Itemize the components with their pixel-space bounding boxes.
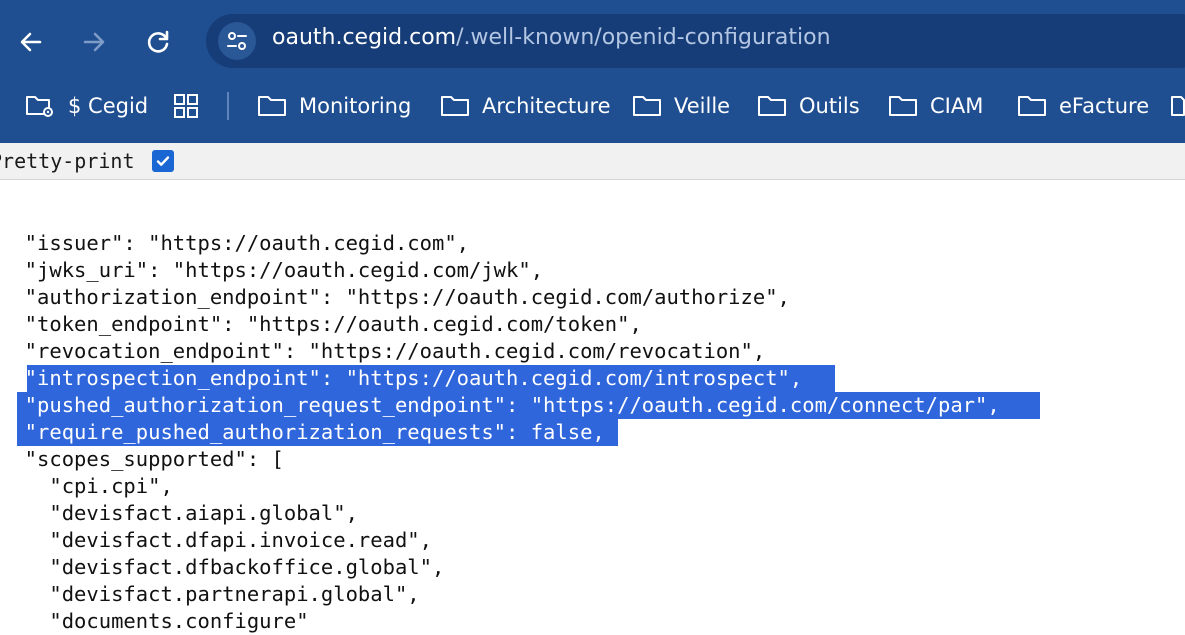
back-button[interactable] xyxy=(13,24,49,60)
json-line-selected: "introspection_endpoint": "https://oauth… xyxy=(0,366,803,390)
json-line: "devisfact.aiapi.global", xyxy=(0,501,358,525)
pretty-print-bar: Pretty-print xyxy=(0,143,1185,180)
tune-icon xyxy=(227,32,247,50)
bookmark-folder-overflow[interactable] xyxy=(1170,88,1185,124)
url-text[interactable]: oauth.cegid.com/.well-known/openid-confi… xyxy=(272,25,831,50)
site-info-button[interactable] xyxy=(218,22,256,60)
json-line: "jwks_uri": "https://oauth.cegid.com/jwk… xyxy=(0,258,544,282)
bookmark-cegid[interactable]: $ Cegid xyxy=(24,88,148,124)
address-bar[interactable]: oauth.cegid.com/.well-known/openid-confi… xyxy=(206,14,1185,68)
bookmark-label: eFacture xyxy=(1059,94,1150,118)
pretty-print-label: Pretty-print xyxy=(0,149,135,173)
json-line: "devisfact.dfbackoffice.global", xyxy=(0,555,445,579)
folder-icon xyxy=(441,96,469,116)
json-line: "scopes_supported": [ xyxy=(0,447,284,471)
url-path: /.well-known/openid-configuration xyxy=(456,25,831,50)
bookmark-label: $ Cegid xyxy=(68,94,149,118)
json-line-selected: "require_pushed_authorization_requests":… xyxy=(0,420,605,444)
bookmark-label: CIAM xyxy=(930,94,984,118)
bookmark-folder-outils[interactable]: Outils xyxy=(757,88,860,124)
bookmark-label: Monitoring xyxy=(299,94,412,118)
bookmark-folder-ciam[interactable]: CIAM xyxy=(888,88,983,124)
json-line: "authorization_endpoint": "https://oauth… xyxy=(0,285,790,309)
json-line: "devisfact.dfapi.invoice.read", xyxy=(0,528,432,552)
bookmark-label: Outils xyxy=(799,94,860,118)
folder-icon xyxy=(1018,96,1046,116)
bookmark-label: Veille xyxy=(674,94,731,118)
forward-button[interactable] xyxy=(76,24,112,60)
json-line: "token_endpoint": "https://oauth.cegid.c… xyxy=(0,312,642,336)
folder-icon xyxy=(1171,96,1185,116)
folder-icon xyxy=(633,96,661,116)
folder-gear-icon xyxy=(26,96,53,117)
url-host: oauth.cegid.com xyxy=(272,25,457,50)
bookmark-separator xyxy=(227,92,229,120)
back-arrow-icon xyxy=(20,32,42,52)
forward-arrow-icon xyxy=(83,32,105,52)
pretty-print-checkbox[interactable] xyxy=(152,150,174,172)
apps-grid-icon xyxy=(174,94,198,118)
json-line: "issuer": "https://oauth.cegid.com", xyxy=(0,231,469,255)
folder-icon xyxy=(889,96,917,116)
bookmark-folder-architecture[interactable]: Architecture xyxy=(440,88,611,124)
json-line: "documents.configure" xyxy=(0,609,309,633)
bookmark-apps[interactable] xyxy=(172,88,212,124)
bookmark-folder-veille[interactable]: Veille xyxy=(632,88,730,124)
reload-button[interactable] xyxy=(140,24,176,60)
folder-icon xyxy=(258,96,286,116)
folder-icon xyxy=(758,96,786,116)
json-line-selected: "pushed_authorization_request_endpoint":… xyxy=(0,393,1000,417)
json-line: "devisfact.partnerapi.global", xyxy=(0,582,420,606)
json-line: "cpi.cpi", xyxy=(0,474,173,498)
browser-toolbar: oauth.cegid.com/.well-known/openid-confi… xyxy=(0,0,1185,143)
bookmark-folder-monitoring[interactable]: Monitoring xyxy=(257,88,411,124)
json-line: "revocation_endpoint": "https://oauth.ce… xyxy=(0,339,766,363)
reload-icon xyxy=(147,30,169,53)
bookmark-folder-efacture[interactable]: eFacture xyxy=(1017,88,1149,124)
checkmark-icon xyxy=(156,156,170,166)
bookmark-label: Architecture xyxy=(482,94,611,118)
